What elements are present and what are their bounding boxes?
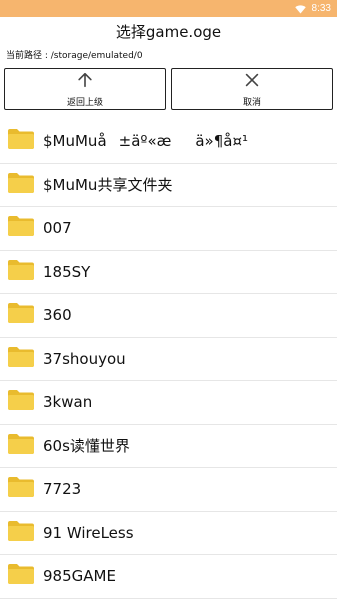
cancel-button[interactable]: 取消 xyxy=(171,68,333,110)
folder-item[interactable]: 007 xyxy=(0,207,337,251)
folder-name: 60s读懂世界 xyxy=(43,437,130,456)
folder-icon xyxy=(0,563,43,589)
wifi-icon xyxy=(294,0,306,18)
folder-item[interactable]: 360 xyxy=(0,294,337,338)
folder-list: $MuMuå ±äº«æä»¶å¤¹ $MuMu共享文件夹 007 185SY 36… xyxy=(0,120,337,599)
folder-item[interactable]: $MuMu共享文件夹 xyxy=(0,164,337,207)
folder-name: 985GAME xyxy=(43,567,116,586)
folder-icon xyxy=(0,433,43,459)
folder-icon xyxy=(0,215,43,241)
folder-icon xyxy=(0,389,43,415)
status-bar: 8:33 xyxy=(0,0,337,17)
go-up-label: 返回上级 xyxy=(66,97,103,108)
folder-icon xyxy=(0,259,43,285)
folder-name: 3kwan xyxy=(43,393,93,412)
folder-icon xyxy=(0,128,43,154)
folder-icon xyxy=(0,476,43,502)
folder-name: 185SY xyxy=(43,262,91,281)
folder-item[interactable]: 60s读懂世界 xyxy=(0,425,337,468)
folder-name: 91 WireLess xyxy=(43,523,134,542)
close-icon xyxy=(243,71,261,93)
folder-icon xyxy=(0,302,43,328)
action-buttons: 返回上级 取消 xyxy=(0,65,337,112)
folder-name: 007 xyxy=(43,219,72,238)
arrow-up-icon xyxy=(76,71,94,93)
folder-item[interactable]: 37shouyou xyxy=(0,338,337,381)
folder-item[interactable]: 3kwan xyxy=(0,381,337,425)
status-time: 8:33 xyxy=(311,3,331,14)
current-path: 当前路径 : /storage/emulated/0 xyxy=(6,51,143,61)
folder-item[interactable]: 7723 xyxy=(0,468,337,512)
folder-icon xyxy=(0,346,43,372)
folder-icon xyxy=(0,520,43,546)
folder-name: $MuMuå ±äº«æä»¶å¤¹ xyxy=(43,132,249,151)
folder-name: 360 xyxy=(43,306,72,325)
folder-item[interactable]: 185SY xyxy=(0,251,337,294)
folder-icon xyxy=(0,172,43,198)
folder-item[interactable]: $MuMuå ±äº«æä»¶å¤¹ xyxy=(0,120,337,164)
folder-name: 37shouyou xyxy=(43,349,126,368)
folder-name: 7723 xyxy=(43,480,82,499)
cancel-label: 取消 xyxy=(242,97,261,108)
folder-item[interactable]: 985GAME xyxy=(0,555,337,599)
go-up-button[interactable]: 返回上级 xyxy=(4,68,166,110)
folder-item[interactable]: 91 WireLess xyxy=(0,512,337,555)
dialog-title: 选择game.oge xyxy=(115,23,222,41)
folder-name: $MuMu共享文件夹 xyxy=(43,176,173,195)
